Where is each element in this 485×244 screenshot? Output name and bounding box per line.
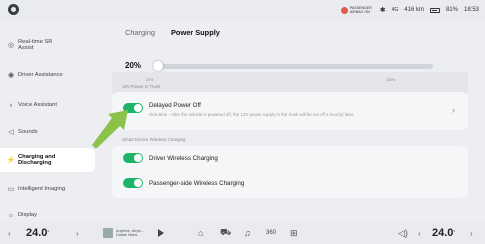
sidebar-item-label: Display (18, 211, 38, 218)
passenger-wireless-title: Passenger-side Wireless Charging (149, 180, 245, 187)
sidebar-item-intelligent-imaging[interactable]: ▭ Intelligent Imaging (0, 178, 95, 200)
car-icon[interactable]: ⛟ (220, 222, 231, 244)
camera-icon: ▭ (7, 186, 15, 193)
battery-text: 81% (445, 7, 458, 13)
slider-thumb[interactable] (153, 61, 163, 71)
slider-max-label: 100% (386, 78, 396, 82)
wireless-charging-card: Driver Wireless Charging Passenger-side … (112, 146, 468, 198)
home-icon[interactable]: ⌂ (198, 222, 203, 244)
section-title-trunk: 12V Power in Trunk (122, 84, 161, 89)
chevron-right-icon[interactable]: › (452, 105, 455, 115)
sun-icon: ☼ (7, 211, 15, 219)
speaker-icon: ◁ (8, 129, 14, 136)
sidebar-item-sr-assist[interactable]: ◎ Real-time SR Assist (0, 34, 95, 56)
airbag-indicator: PASSENGER AIRBAG ON (340, 6, 374, 14)
airbag-icon (340, 6, 348, 14)
voice-icon: ♁ (8, 101, 14, 109)
chevron-left-icon: ‹ (8, 228, 11, 238)
right-temp-decrease[interactable]: ‹ (418, 222, 421, 244)
left-temp-increase[interactable]: › (76, 222, 79, 244)
driver-wireless-toggle[interactable] (123, 153, 143, 163)
chevron-right-icon: › (76, 228, 79, 238)
steering-icon: ◎ (7, 42, 15, 49)
discharge-limit-card: 20% 20% 100% (112, 38, 468, 96)
album-art (103, 228, 113, 238)
driver-icon: ◉ (7, 72, 15, 79)
right-temp-increase[interactable]: › (470, 222, 473, 244)
chevron-right-icon: › (470, 228, 473, 238)
sidebar-item-label: Sounds (18, 128, 38, 135)
settings-sidebar: ◎ Real-time SR Assist ◉ Driver Assistanc… (0, 20, 95, 222)
right-temp-value: 24.0 (432, 227, 454, 239)
apps-grid-icon[interactable]: ⊞ (290, 222, 298, 244)
media-artist: Diable Hicks (116, 233, 138, 237)
media-widget[interactable]: Anytime, Anyw... Diable Hicks (103, 222, 164, 244)
charging-icon: ⚡ (6, 157, 16, 164)
sidebar-item-charging[interactable]: ⚡ Charging and Discharging (0, 148, 95, 172)
range-text: 416 km (404, 7, 424, 13)
play-icon[interactable] (157, 229, 164, 237)
left-temp-decrease[interactable]: ‹ (8, 222, 11, 244)
slider-min-label: 20% (146, 78, 154, 82)
sidebar-item-label: Charging and Discharging (18, 153, 56, 167)
sidebar-item-driver-assistance[interactable]: ◉ Driver Assistance (0, 64, 95, 86)
annotation-arrow-icon (92, 110, 128, 148)
discharge-slider[interactable] (153, 61, 433, 71)
delayed-power-off-desc: One-time - After the vehicle is powered … (149, 112, 355, 117)
slider-value-label: 20% (125, 61, 142, 70)
sidebar-item-label: Intelligent Imaging (18, 185, 66, 192)
sidebar-item-label: Voice Assistant (18, 101, 57, 108)
chevron-left-icon: ‹ (418, 228, 421, 238)
volume-icon[interactable]: ◁) (398, 222, 408, 244)
status-bar: PASSENGER AIRBAG ON ✱ 4G 416 km 81% 18:5… (0, 0, 485, 20)
passenger-wireless-toggle[interactable] (123, 178, 143, 188)
clock-text: 18:53 (463, 7, 479, 13)
signal-text: 4G (391, 7, 399, 13)
right-temp[interactable]: 24.0 ° (432, 222, 455, 244)
airbag-text: PASSENGER AIRBAG ON (349, 6, 372, 14)
left-temp-value: 24.0 (26, 227, 48, 239)
left-temp[interactable]: 24.0 ° (26, 222, 49, 244)
sidebar-item-voice-assistant[interactable]: ♁ Voice Assistant (0, 94, 95, 116)
battery-icon (429, 7, 440, 13)
sidebar-item-label: Real-time SR Assist (18, 38, 53, 52)
main-panel: Charging Power Supply 20% 20% 100% 12V P… (112, 20, 472, 220)
brand-logo-icon (8, 4, 19, 15)
sidebar-item-sounds[interactable]: ◁ Sounds (0, 121, 95, 143)
camera-360-icon[interactable]: 360 (266, 222, 276, 244)
delayed-power-off-title: Delayed Power Off (149, 102, 201, 109)
sidebar-item-label: Driver Assistance (18, 71, 63, 78)
bluetooth-icon: ✱ (379, 7, 386, 14)
music-icon[interactable]: ♫ (244, 222, 251, 244)
bottom-bar: ‹ 24.0 ° › Anytime, Anyw... Diable Hicks … (0, 222, 485, 244)
driver-wireless-title: Driver Wireless Charging (149, 155, 218, 162)
delayed-power-off-row[interactable]: Delayed Power Off One-time - After the v… (112, 92, 468, 130)
status-indicators: PASSENGER AIRBAG ON ✱ 4G 416 km 81% 18:5… (340, 2, 479, 18)
